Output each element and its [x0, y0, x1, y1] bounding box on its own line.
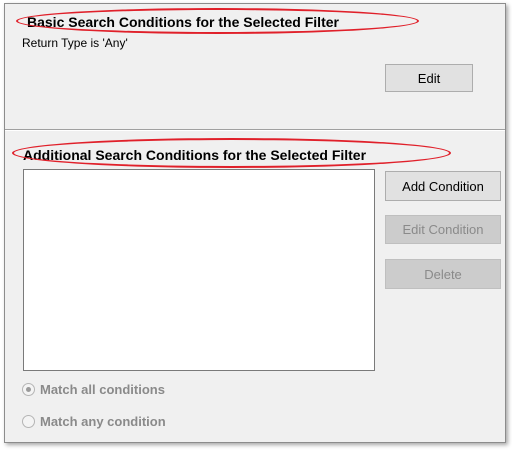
radio-selected-icon [22, 383, 35, 396]
radio-unselected-icon [22, 415, 35, 428]
delete-condition-button[interactable]: Delete [385, 259, 501, 289]
add-condition-button[interactable]: Add Condition [385, 171, 501, 201]
filter-conditions-panel: Basic Search Conditions for the Selected… [4, 3, 506, 443]
radio-dot-icon [26, 387, 31, 392]
match-all-label: Match all conditions [40, 382, 165, 397]
edit-condition-button[interactable]: Edit Condition [385, 215, 501, 244]
additional-conditions-title: Additional Search Conditions for the Sel… [23, 147, 367, 163]
match-any-radio[interactable]: Match any condition [22, 414, 166, 429]
match-all-radio[interactable]: Match all conditions [22, 382, 165, 397]
conditions-listbox[interactable] [23, 169, 375, 371]
return-type-text: Return Type is 'Any' [22, 36, 128, 50]
section-divider [5, 129, 505, 131]
match-any-label: Match any condition [40, 414, 166, 429]
edit-button[interactable]: Edit [385, 64, 473, 92]
basic-conditions-title: Basic Search Conditions for the Selected… [27, 14, 339, 30]
